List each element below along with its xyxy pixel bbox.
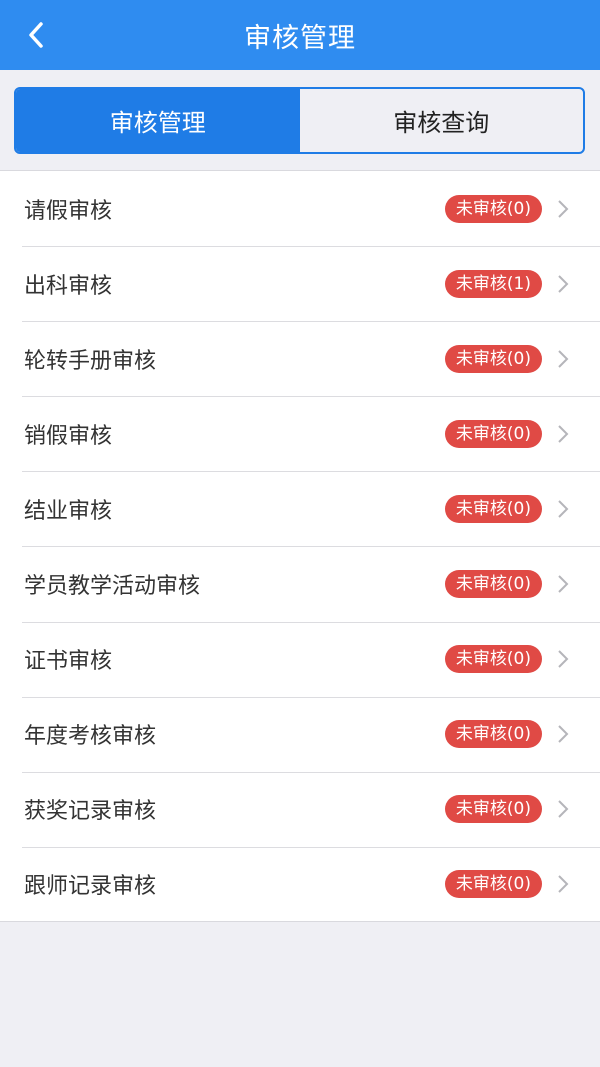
page-title: 审核管理 xyxy=(244,22,356,54)
chevron-right-icon xyxy=(556,574,570,594)
status-badge: 未审核(0) xyxy=(444,795,542,824)
list-item-label: 年度考核审核 xyxy=(24,724,157,750)
list-item-department-exit-audit[interactable]: 出科审核 未审核(1) xyxy=(0,246,600,321)
status-badge: 未审核(0) xyxy=(444,494,542,523)
list-item-leave-cancel-audit[interactable]: 销假审核 未审核(0) xyxy=(0,396,600,471)
list-item-label: 跟师记录审核 xyxy=(24,874,157,900)
list-item-teaching-activity-audit[interactable]: 学员教学活动审核 未审核(0) xyxy=(0,546,600,621)
chevron-right-icon xyxy=(556,199,570,219)
list-item-label: 学员教学活动审核 xyxy=(24,574,201,600)
status-badge: 未审核(0) xyxy=(444,720,542,749)
status-badge: 未审核(0) xyxy=(444,570,542,599)
list-item-label: 轮转手册审核 xyxy=(24,348,157,374)
chevron-left-icon xyxy=(29,22,43,48)
tab-audit-management[interactable]: 审核管理 xyxy=(16,89,300,152)
list-item-label: 获奖记录审核 xyxy=(24,799,157,825)
back-button[interactable] xyxy=(14,13,58,57)
chevron-right-icon xyxy=(556,499,570,519)
chevron-right-icon xyxy=(556,424,570,444)
list-item-label: 结业审核 xyxy=(24,498,113,524)
chevron-right-icon xyxy=(556,874,570,894)
chevron-right-icon xyxy=(556,724,570,744)
chevron-right-icon xyxy=(556,274,570,294)
list-item-award-record-audit[interactable]: 获奖记录审核 未审核(0) xyxy=(0,771,600,847)
list-item-leave-audit[interactable]: 请假审核 未审核(0) xyxy=(0,171,600,246)
chevron-right-icon xyxy=(556,349,570,369)
list-item-label: 证书审核 xyxy=(24,649,113,675)
list-item-certificate-audit[interactable]: 证书审核 未审核(0) xyxy=(0,621,600,697)
tab-audit-query[interactable]: 审核查询 xyxy=(300,89,584,152)
chevron-right-icon xyxy=(556,799,570,819)
status-badge: 未审核(0) xyxy=(444,344,542,373)
audit-list: 请假审核 未审核(0) 出科审核 未审核(1) 轮转手册审核 未审核(0) 销假… xyxy=(0,170,600,922)
status-badge: 未审核(1) xyxy=(444,269,542,298)
list-item-label: 请假审核 xyxy=(24,198,113,224)
segmented-control: 审核管理 审核查询 xyxy=(14,87,585,154)
status-badge: 未审核(0) xyxy=(444,645,542,674)
nav-bar: 审核管理 xyxy=(0,0,600,70)
status-badge: 未审核(0) xyxy=(444,194,542,223)
list-item-graduation-audit[interactable]: 结业审核 未审核(0) xyxy=(0,471,600,546)
list-item-rotation-handbook-audit[interactable]: 轮转手册审核 未审核(0) xyxy=(0,321,600,396)
list-item-label: 销假审核 xyxy=(24,423,113,449)
list-item-mentor-record-audit[interactable]: 跟师记录审核 未审核(0) xyxy=(0,846,600,922)
status-badge: 未审核(0) xyxy=(444,419,542,448)
chevron-right-icon xyxy=(556,649,570,669)
status-badge: 未审核(0) xyxy=(444,870,542,899)
list-item-annual-assessment-audit[interactable]: 年度考核审核 未审核(0) xyxy=(0,696,600,772)
list-item-label: 出科审核 xyxy=(24,273,113,299)
